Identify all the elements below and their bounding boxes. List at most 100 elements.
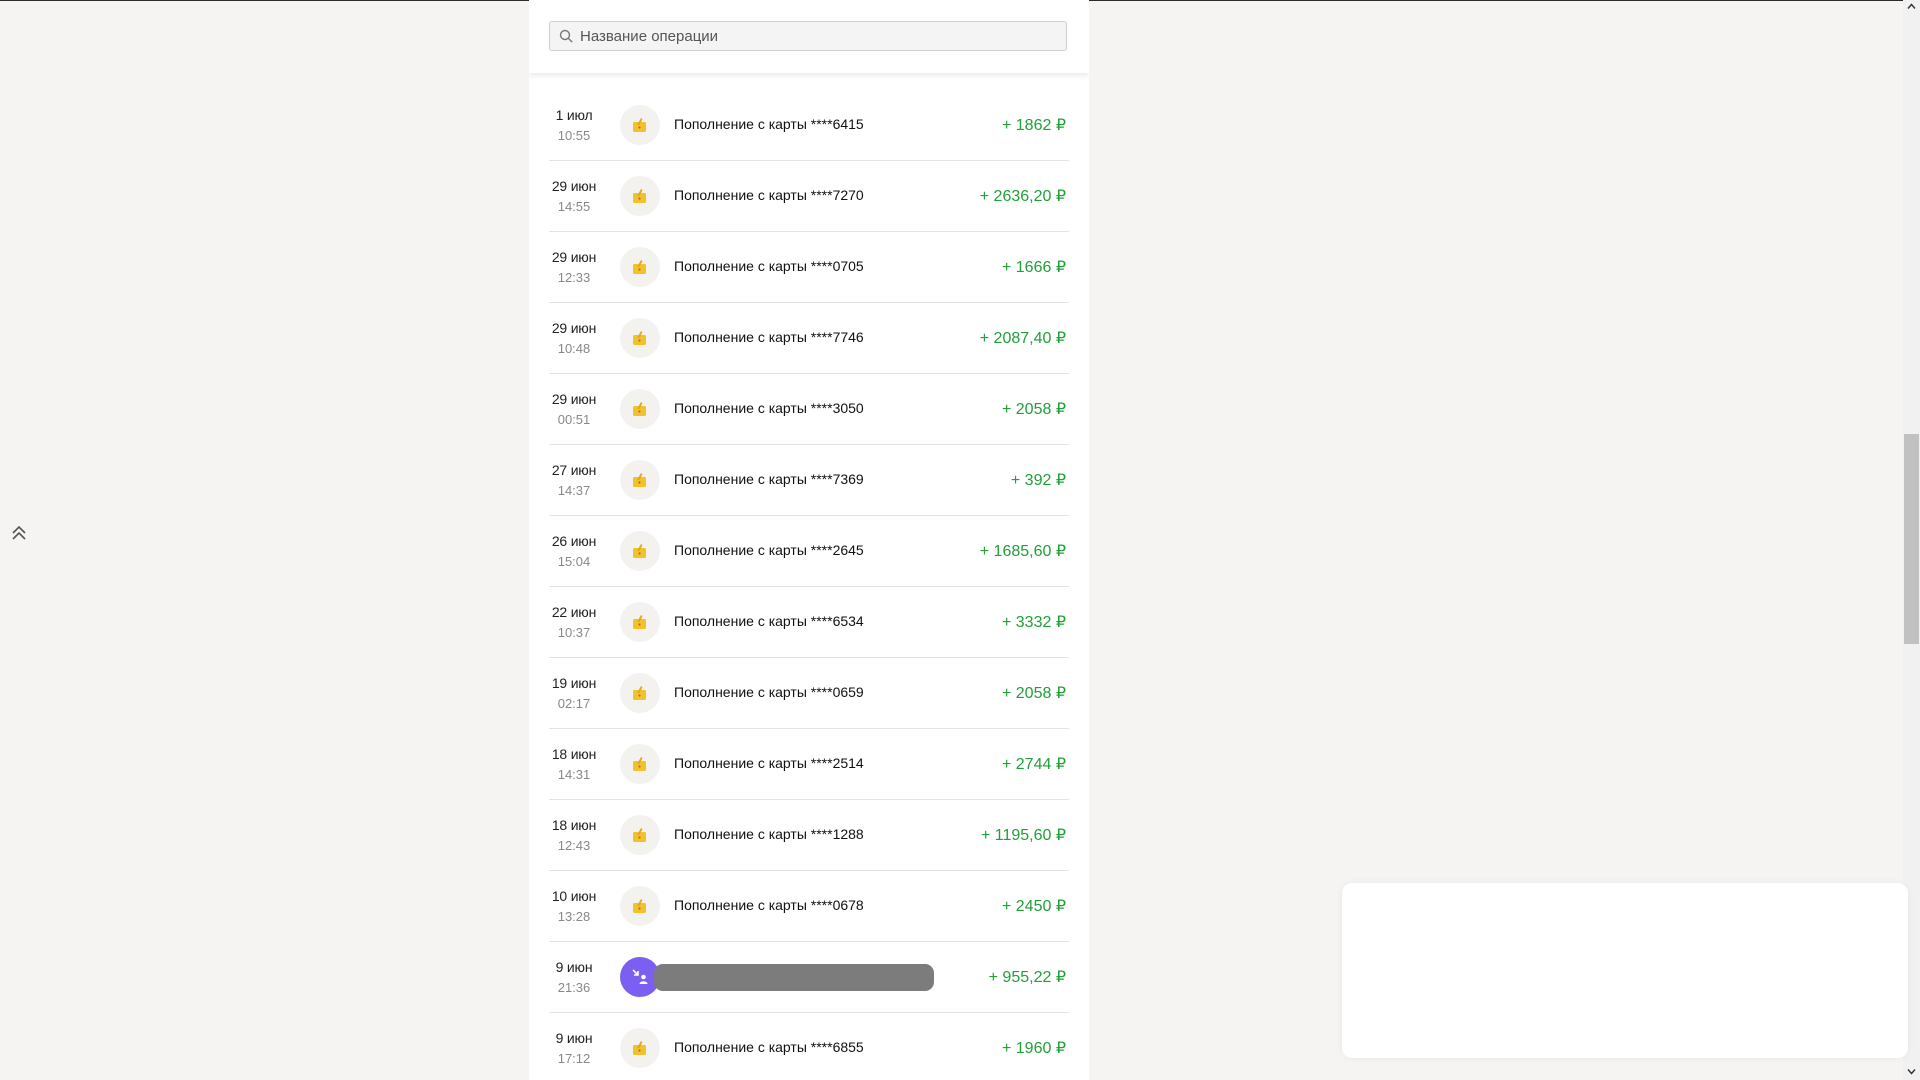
operation-date: 10 июн bbox=[551, 888, 597, 904]
operation-date: 29 июн bbox=[551, 391, 597, 407]
operation-description: Пополнение с карты ****1288 bbox=[674, 826, 864, 842]
search-bar bbox=[529, 0, 1089, 73]
card-topup-icon bbox=[633, 473, 646, 487]
operation-description: Пополнение с карты ****0705 bbox=[674, 258, 864, 274]
operation-time: 14:37 bbox=[557, 483, 591, 498]
operation-time: 10:37 bbox=[557, 625, 591, 640]
operation-time: 15:04 bbox=[557, 554, 591, 569]
operation-row[interactable]: 29 июн 10:48 Пополнение с карты ****7746 + … bbox=[549, 303, 1069, 374]
operation-description: Пополнение с карты ****6534 bbox=[674, 613, 864, 629]
operation-time: 13:28 bbox=[557, 909, 591, 924]
card-topup-icon bbox=[633, 189, 646, 203]
operation-row[interactable]: 9 июн 17:12 Пополнение с карты ****6855 + 1… bbox=[549, 1013, 1069, 1080]
operation-amount: + 2087,40 ₽ bbox=[979, 330, 1066, 347]
redacted-description bbox=[654, 964, 934, 991]
operation-date: 9 июн bbox=[555, 1030, 593, 1046]
card-topup-icon bbox=[633, 1041, 646, 1055]
operation-amount: + 392 ₽ bbox=[1010, 472, 1066, 489]
operation-icon bbox=[620, 886, 660, 926]
operation-row[interactable]: 10 июн 13:28 Пополнение с карты ****0678 + … bbox=[549, 871, 1069, 942]
operation-description: Пополнение с карты ****6415 bbox=[674, 116, 864, 132]
scroll-to-top-icon[interactable] bbox=[10, 524, 28, 542]
operation-icon bbox=[620, 176, 660, 216]
card-topup-icon bbox=[633, 828, 646, 842]
card-topup-icon bbox=[633, 899, 646, 913]
operation-time: 21:36 bbox=[557, 980, 591, 995]
operation-description: Пополнение с карты ****6855 bbox=[674, 1039, 864, 1055]
operation-row[interactable]: 29 июн 14:55 Пополнение с карты ****7270 + … bbox=[549, 161, 1069, 232]
operation-date: 29 июн bbox=[551, 178, 597, 194]
operation-date: 9 июн bbox=[555, 959, 593, 975]
operation-row[interactable]: 26 июн 15:04 Пополнение с карты ****2645 + … bbox=[549, 516, 1069, 587]
operation-row[interactable]: 19 июн 02:17 Пополнение с карты ****0659 + … bbox=[549, 658, 1069, 729]
operation-amount: + 955,22 ₽ bbox=[988, 969, 1066, 986]
operation-icon bbox=[620, 673, 660, 713]
search-field[interactable] bbox=[549, 21, 1067, 51]
operation-icon bbox=[620, 389, 660, 429]
card-topup-icon bbox=[633, 544, 646, 558]
operation-date: 29 июн bbox=[551, 249, 597, 265]
operation-row[interactable]: 9 июн 21:36 + 955,22 ₽ bbox=[549, 942, 1069, 1013]
operation-date: 18 июн bbox=[551, 817, 597, 833]
operation-icon bbox=[620, 460, 660, 500]
operations-list: 1 июл 10:55 Пополнение с карты ****6415 + 1… bbox=[549, 90, 1069, 1080]
operation-amount: + 1195,60 ₽ bbox=[980, 827, 1066, 844]
operation-icon bbox=[620, 105, 660, 145]
operation-time: 14:55 bbox=[557, 199, 591, 214]
operation-row[interactable]: 22 июн 10:37 Пополнение с карты ****6534 + … bbox=[549, 587, 1069, 658]
operation-time: 10:55 bbox=[557, 128, 591, 143]
operation-icon bbox=[620, 247, 660, 287]
operation-description: Пополнение с карты ****7369 bbox=[674, 471, 864, 487]
operation-amount: + 1685,60 ₽ bbox=[979, 543, 1066, 560]
operation-amount: + 2058 ₽ bbox=[1001, 401, 1066, 418]
scroll-down-arrow-icon[interactable] bbox=[1907, 1067, 1916, 1076]
operation-date: 19 июн bbox=[551, 675, 597, 691]
operation-amount: + 2058 ₽ bbox=[1001, 685, 1066, 702]
operation-time: 17:12 bbox=[557, 1051, 591, 1066]
operation-amount: + 2744 ₽ bbox=[1001, 756, 1066, 773]
scrollbar-thumb[interactable] bbox=[1904, 434, 1919, 644]
operation-amount: + 3332 ₽ bbox=[1001, 614, 1066, 631]
operation-icon bbox=[620, 744, 660, 784]
card-topup-icon bbox=[633, 686, 646, 700]
operation-time: 12:33 bbox=[557, 270, 591, 285]
operation-row[interactable]: 29 июн 00:51 Пополнение с карты ****3050 + … bbox=[549, 374, 1069, 445]
chat-widget[interactable] bbox=[1342, 883, 1908, 1058]
operation-row[interactable]: 29 июн 12:33 Пополнение с карты ****0705 + … bbox=[549, 232, 1069, 303]
operation-icon bbox=[620, 602, 660, 642]
operation-row[interactable]: 18 июн 12:43 Пополнение с карты ****1288 + … bbox=[549, 800, 1069, 871]
operation-date: 29 июн bbox=[551, 320, 597, 336]
operation-time: 02:17 bbox=[557, 696, 591, 711]
operation-icon bbox=[620, 815, 660, 855]
operation-date: 18 июн bbox=[551, 746, 597, 762]
operation-description: Пополнение с карты ****2514 bbox=[674, 755, 864, 771]
operation-time: 10:48 bbox=[557, 341, 591, 356]
operation-icon bbox=[620, 1028, 660, 1068]
operation-description: Пополнение с карты ****3050 bbox=[674, 400, 864, 416]
operation-date: 26 июн bbox=[551, 533, 597, 549]
operation-time: 00:51 bbox=[557, 412, 591, 427]
operation-time: 14:31 bbox=[557, 767, 591, 782]
operation-description: Пополнение с карты ****7746 bbox=[674, 329, 864, 345]
operation-row[interactable]: 1 июл 10:55 Пополнение с карты ****6415 + 1… bbox=[549, 90, 1069, 161]
scroll-up-arrow-icon[interactable] bbox=[1907, 2, 1916, 11]
search-input[interactable] bbox=[580, 22, 1060, 50]
operation-amount: + 2636,20 ₽ bbox=[979, 188, 1066, 205]
operation-date: 1 июл bbox=[555, 107, 593, 123]
operation-row[interactable]: 27 июн 14:37 Пополнение с карты ****7369 + … bbox=[549, 445, 1069, 516]
operation-description: Пополнение с карты ****0659 bbox=[674, 684, 864, 700]
search-icon bbox=[559, 29, 573, 43]
operation-row[interactable]: 18 июн 14:31 Пополнение с карты ****2514 + … bbox=[549, 729, 1069, 800]
operation-icon bbox=[620, 318, 660, 358]
card-topup-icon bbox=[633, 615, 646, 629]
operation-amount: + 1960 ₽ bbox=[1001, 1040, 1066, 1057]
operations-panel: 1 июл 10:55 Пополнение с карты ****6415 + 1… bbox=[529, 0, 1089, 1080]
operation-description: Пополнение с карты ****7270 bbox=[674, 187, 864, 203]
card-topup-icon bbox=[633, 757, 646, 771]
card-topup-icon bbox=[633, 118, 646, 132]
operation-amount: + 2450 ₽ bbox=[1001, 898, 1066, 915]
operation-icon bbox=[620, 531, 660, 571]
operation-date: 27 июн bbox=[551, 462, 597, 478]
operation-date: 22 июн bbox=[551, 604, 597, 620]
card-topup-icon bbox=[633, 331, 646, 345]
